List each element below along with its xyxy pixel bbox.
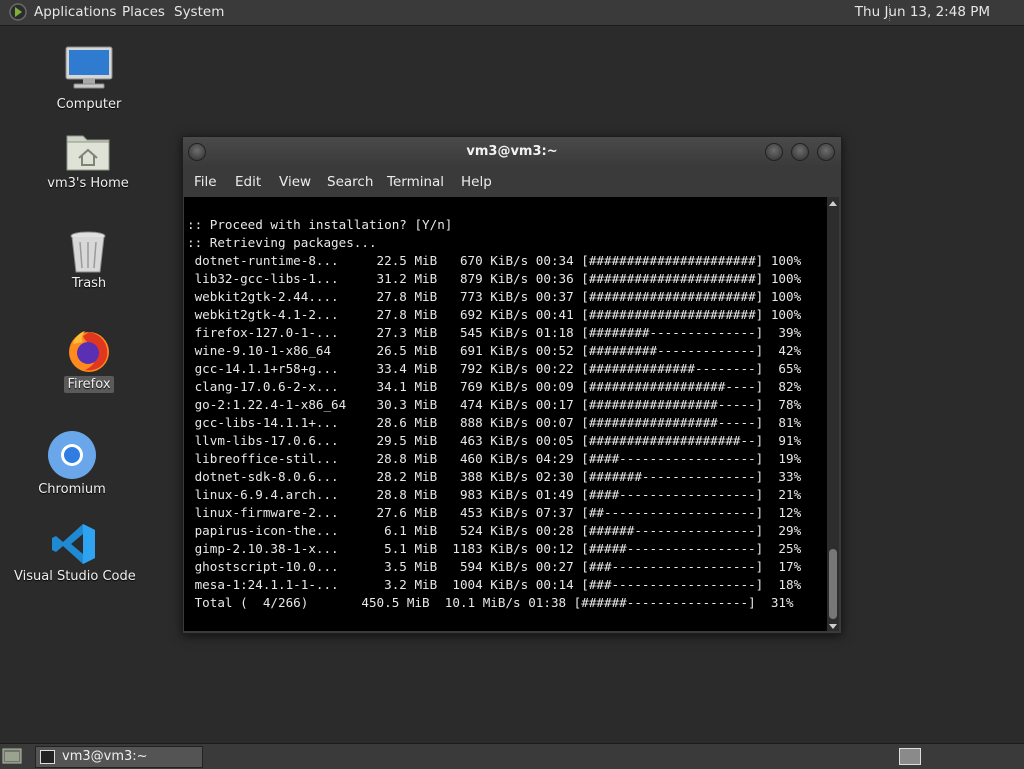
desktop-icon-label: Trash	[71, 276, 107, 291]
menu-file[interactable]: File	[194, 174, 217, 190]
system-menu[interactable]: System	[174, 4, 224, 21]
terminal-line: wine-9.10-1-x86_64 26.5 MiB 691 KiB/s 00…	[187, 343, 802, 358]
desktop-icon-vscode[interactable]: Visual Studio Code	[14, 520, 136, 590]
close-button[interactable]	[817, 143, 835, 161]
trash-icon	[70, 231, 106, 273]
terminal-line: go-2:1.22.4-1-x86_64 30.3 MiB 474 KiB/s …	[187, 397, 802, 412]
terminal-line: ghostscript-10.0... 3.5 MiB 594 KiB/s 00…	[187, 559, 802, 574]
desktop-icon-label: Firefox	[44, 376, 134, 393]
terminal-line: mesa-1:24.1.1-1-... 3.2 MiB 1004 KiB/s 0…	[187, 577, 802, 592]
desktop-icon-computer[interactable]: Computer	[44, 44, 134, 116]
window-menu-button[interactable]	[188, 143, 206, 161]
desktop-icon-trash[interactable]: Trash	[44, 228, 134, 296]
desktop-icon-label: vm3's Home	[47, 176, 129, 191]
top-panel: Applications Places System Thu Jun 13, 2…	[0, 0, 1024, 26]
terminal-line: papirus-icon-the... 6.1 MiB 524 KiB/s 00…	[187, 523, 802, 538]
scroll-up-arrow-icon[interactable]	[829, 201, 837, 206]
terminal-line: lib32-gcc-libs-1... 31.2 MiB 879 KiB/s 0…	[187, 271, 802, 286]
home-folder-icon	[66, 135, 110, 171]
terminal-line: Total ( 4/266) 450.5 MiB 10.1 MiB/s 01:3…	[187, 595, 794, 610]
terminal-line: webkit2gtk-2.44.... 27.8 MiB 773 KiB/s 0…	[187, 289, 802, 304]
terminal-line: libreoffice-stil... 28.8 MiB 460 KiB/s 0…	[187, 451, 802, 466]
terminal-line: clang-17.0.6-2-x... 34.1 MiB 769 KiB/s 0…	[187, 379, 802, 394]
desktop-icon-label: Visual Studio Code	[14, 569, 136, 584]
desktop-icon-home[interactable]: vm3's Home	[38, 128, 138, 198]
menu-search[interactable]: Search	[327, 174, 373, 190]
applications-menu[interactable]: Applications	[34, 4, 116, 21]
terminal-line: llvm-libs-17.0.6... 29.5 MiB 463 KiB/s 0…	[187, 433, 802, 448]
terminal-line: firefox-127.0-1-... 27.3 MiB 545 KiB/s 0…	[187, 325, 802, 340]
desktop-icon-label: Computer	[56, 97, 122, 112]
maximize-button[interactable]	[791, 143, 809, 161]
show-desktop-icon[interactable]	[2, 747, 22, 765]
taskbar-button-label: vm3@vm3:~	[62, 749, 148, 764]
terminal-line: :: Proceed with installation? [Y/n]	[187, 217, 453, 232]
terminal-line: gcc-libs-14.1.1+... 28.6 MiB 888 KiB/s 0…	[187, 415, 802, 430]
terminal-line: :: Retrieving packages...	[187, 235, 377, 250]
taskbar-button-terminal[interactable]: vm3@vm3:~	[35, 746, 203, 768]
computer-icon	[65, 46, 113, 89]
desktop-icon-firefox[interactable]: Firefox	[44, 324, 134, 396]
selected-label: Firefox	[64, 376, 114, 393]
menu-terminal[interactable]: Terminal	[387, 174, 444, 190]
menu-edit[interactable]: Edit	[235, 174, 261, 190]
chromium-icon	[48, 431, 96, 479]
terminal-line: gcc-14.1.1+r58+g... 33.4 MiB 792 KiB/s 0…	[187, 361, 802, 376]
terminal-line: webkit2gtk-4.1-2... 27.8 MiB 692 KiB/s 0…	[187, 307, 802, 322]
terminal-scrollbar[interactable]	[827, 197, 839, 631]
desktop-icon-label: Chromium	[38, 482, 106, 497]
applications-logo-icon[interactable]	[9, 3, 27, 21]
terminal-line: dotnet-runtime-8... 22.5 MiB 670 KiB/s 0…	[187, 253, 802, 268]
terminal-icon	[40, 750, 55, 764]
places-menu[interactable]: Places	[122, 4, 165, 21]
terminal-line: linux-firmware-2... 27.6 MiB 453 KiB/s 0…	[187, 505, 802, 520]
menu-view[interactable]: View	[279, 174, 311, 190]
firefox-icon	[69, 331, 109, 372]
clock[interactable]: Thu Jun 13, 2:48 PM	[855, 4, 990, 21]
window-menubar: File Edit View Search Terminal Help	[183, 167, 841, 197]
terminal-window: vm3@vm3:~ File Edit View Search Terminal…	[182, 136, 842, 634]
desktop-icon-chromium[interactable]: Chromium	[34, 428, 110, 500]
terminal-line: dotnet-sdk-8.0.6... 28.2 MiB 388 KiB/s 0…	[187, 469, 802, 484]
terminal-line: gimp-2.10.38-1-x... 5.1 MiB 1183 KiB/s 0…	[187, 541, 802, 556]
workspace-switcher[interactable]	[899, 748, 921, 765]
minimize-button[interactable]	[765, 143, 783, 161]
window-title: vm3@vm3:~	[466, 144, 558, 159]
vscode-icon	[52, 524, 95, 564]
window-titlebar[interactable]: vm3@vm3:~	[183, 137, 841, 167]
menu-help[interactable]: Help	[461, 174, 492, 190]
terminal-output[interactable]: :: Proceed with installation? [Y/n] :: R…	[184, 197, 827, 631]
terminal-line: linux-6.9.4.arch... 28.8 MiB 983 KiB/s 0…	[187, 487, 802, 502]
bottom-panel: vm3@vm3:~	[0, 743, 1024, 769]
scroll-down-arrow-icon[interactable]	[829, 624, 837, 629]
scrollbar-thumb[interactable]	[829, 549, 837, 619]
